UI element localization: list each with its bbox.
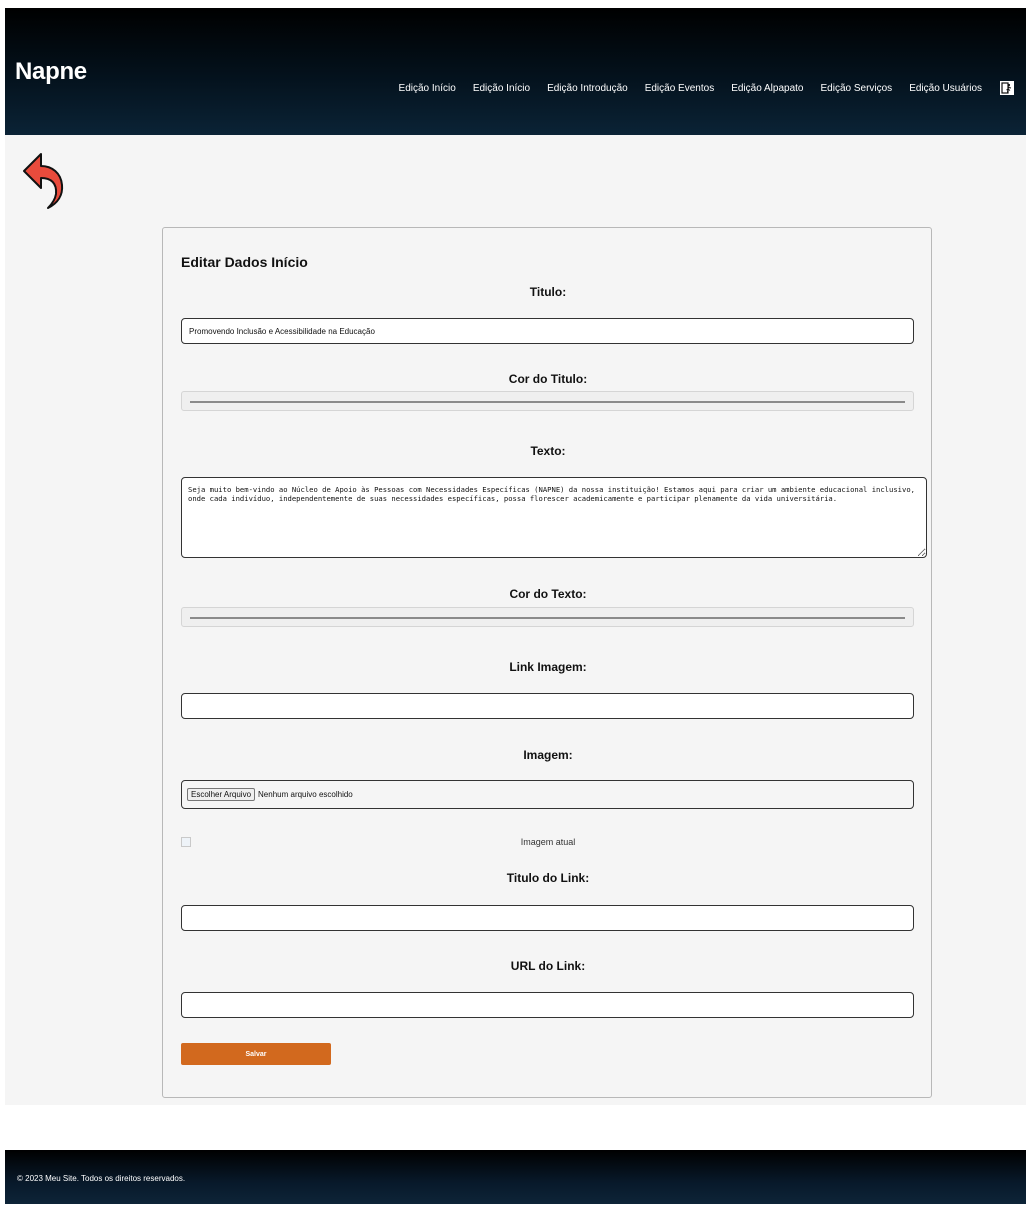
site-footer: © 2023 Meu Site. Todos os direitos reser…: [5, 1150, 1026, 1204]
titulo-label: Titulo:: [529, 285, 567, 299]
url-link-input[interactable]: [181, 992, 914, 1018]
current-image-label: Imagem atual: [520, 837, 576, 847]
url-link-label: URL do Link:: [510, 959, 586, 973]
imagem-file-input: Escolher Arquivo Nenhum arquivo escolhid…: [181, 780, 914, 809]
cor-texto-color-picker[interactable]: [181, 607, 914, 627]
nav-edicao-alpapato[interactable]: Edição Alpapato: [731, 83, 803, 94]
link-imagem-input[interactable]: [181, 693, 914, 719]
back-arrow-icon[interactable]: [22, 152, 64, 210]
brand-logo[interactable]: Napne: [15, 58, 87, 86]
logout-door-icon[interactable]: [1000, 81, 1014, 95]
file-status-text: Nenhum arquivo escolhido: [258, 790, 353, 799]
nav-edicao-inicio[interactable]: Edição Início: [399, 83, 456, 94]
nav-edicao-servicos[interactable]: Edição Serviços: [820, 83, 892, 94]
main-nav: Edição Início Edição Início Edição Intro…: [382, 81, 1014, 95]
site-header: Napne Edição Início Edição Início Edição…: [5, 8, 1026, 135]
color-swatch: [190, 617, 905, 619]
link-imagem-label: Link Imagem:: [509, 660, 587, 674]
texto-label: Texto:: [530, 444, 566, 458]
save-button[interactable]: Salvar: [181, 1043, 331, 1065]
footer-copyright: © 2023 Meu Site. Todos os direitos reser…: [17, 1174, 186, 1183]
titulo-link-label: Titulo do Link:: [506, 871, 590, 885]
nav-edicao-inicio-2[interactable]: Edição Início: [473, 83, 530, 94]
color-swatch: [190, 401, 905, 403]
choose-file-button[interactable]: Escolher Arquivo: [187, 788, 256, 801]
nav-edicao-usuarios[interactable]: Edição Usuários: [909, 83, 982, 94]
cor-texto-label: Cor do Texto:: [509, 587, 587, 601]
form-title: Editar Dados Início: [181, 254, 308, 270]
cor-titulo-color-picker[interactable]: [181, 391, 914, 411]
cor-titulo-label: Cor do Titulo:: [508, 372, 588, 386]
texto-textarea[interactable]: Seja muito bem-vindo ao Núcleo de Apoio …: [181, 477, 927, 558]
nav-edicao-eventos[interactable]: Edição Eventos: [645, 83, 715, 94]
imagem-label: Imagem:: [523, 748, 573, 762]
edit-form-panel: Editar Dados Início Titulo: Cor do Titul…: [162, 227, 932, 1098]
titulo-input[interactable]: [181, 318, 914, 344]
nav-edicao-introducao[interactable]: Edição Introdução: [547, 83, 628, 94]
titulo-link-input[interactable]: [181, 905, 914, 931]
